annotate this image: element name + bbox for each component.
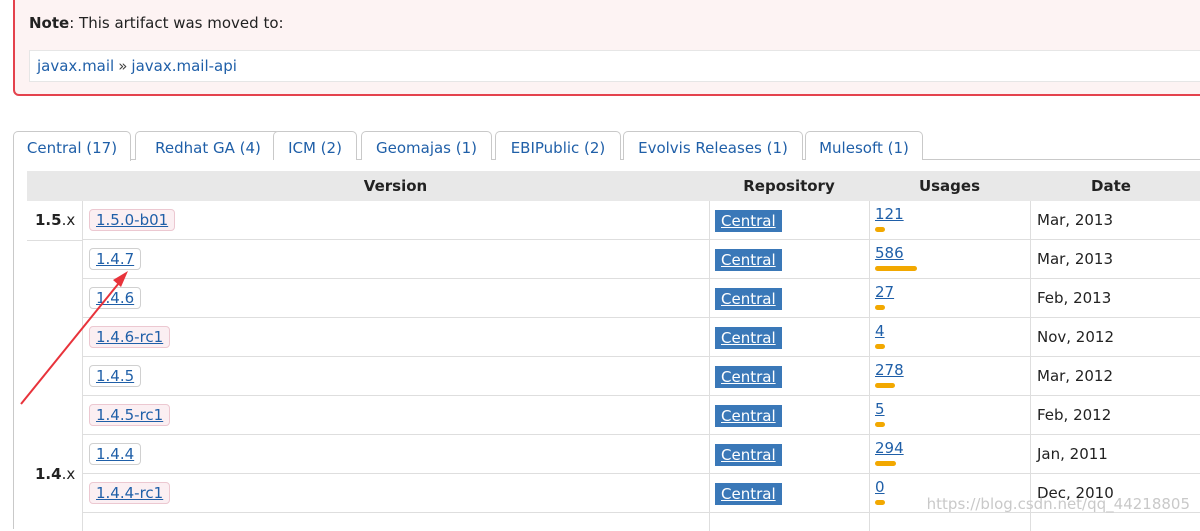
annotation-arrow xyxy=(20,271,128,405)
watermark: https://blog.csdn.net/qq_44218805 xyxy=(926,495,1190,513)
